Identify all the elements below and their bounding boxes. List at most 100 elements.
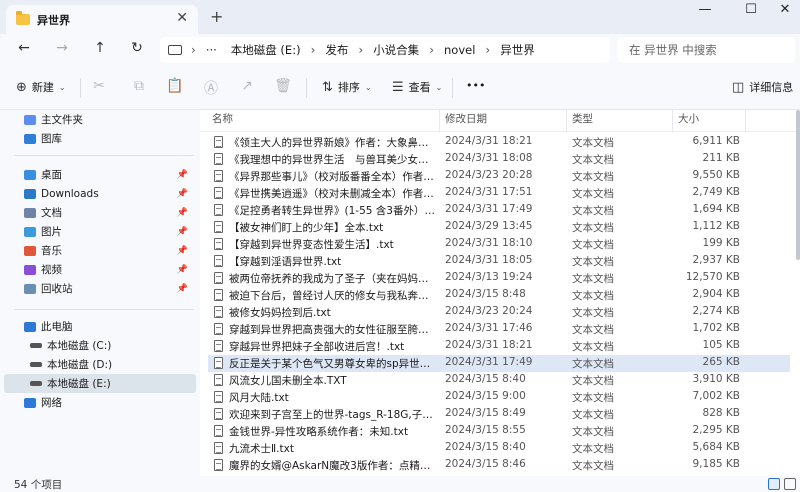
- column-divider[interactable]: [439, 110, 440, 132]
- column-header-date[interactable]: 修改日期: [445, 111, 487, 126]
- sidebar-item-drive-c[interactable]: 本地磁盘 (C:): [0, 336, 196, 355]
- file-row[interactable]: 欢迎来到子宫至上的世界-tags_R-18G,子宫脱... 2024/3/15 8…: [208, 406, 790, 423]
- breadcrumb-current[interactable]: 异世界: [500, 42, 535, 58]
- pin-icon[interactable]: 📌: [177, 227, 188, 237]
- pin-icon[interactable]: 📌: [177, 246, 188, 256]
- file-row[interactable]: 金钱世界-异性攻略系统作者：未知.txt 2024/3/15 8:55 文本文档 2,…: [208, 423, 790, 440]
- file-row[interactable]: 穿越异世界把妹子全部收进后宫！.txt 2024/3/31 18:21 文本文档 10…: [208, 338, 790, 355]
- file-row[interactable]: 被迫下台后，曾经讨人厌的修女与我私奔了by... 2024/3/15 8:48 文本…: [208, 287, 790, 304]
- file-row[interactable]: 魔界的女婿@AskarN魔改3版作者：点精灵.txt 2024/3/15 8:46…: [208, 457, 790, 474]
- breadcrumb-more[interactable]: ···: [206, 43, 217, 57]
- file-row[interactable]: 【穿越到异世界变态性爱生活】.txt 2024/3/31 18:10 文本文档 199…: [208, 236, 790, 253]
- share-icon[interactable]: ↗: [238, 78, 256, 94]
- sidebar-item-pictures[interactable]: 图片 📌: [0, 222, 196, 241]
- file-row[interactable]: 《我理想中的异世界生活 与兽耳美少女后宫的... 2024/3/31 18:08 文…: [208, 151, 790, 168]
- rename-icon[interactable]: Ⓐ: [202, 78, 220, 98]
- file-size: 2,274 KB: [692, 305, 741, 317]
- file-row[interactable]: 【被女神们盯上的少年】全本.txt 2024/3/29 13:45 文本文档 1,11…: [208, 219, 790, 236]
- new-tab-button[interactable]: +: [210, 7, 223, 26]
- file-name: 《我理想中的异世界生活 与兽耳美少女后宫的...: [229, 154, 437, 166]
- view-button[interactable]: ☰ 查看 ⌄: [392, 79, 442, 95]
- paste-icon[interactable]: 📋: [166, 78, 184, 94]
- maximize-button[interactable]: ☐: [736, 2, 766, 17]
- sidebar-item-gallery[interactable]: 图库: [0, 129, 196, 148]
- cut-icon[interactable]: ✂: [90, 78, 108, 94]
- sort-ascending-icon: ^: [320, 110, 327, 114]
- back-button[interactable]: ←: [14, 40, 34, 56]
- chevron-down-icon: ⌄: [58, 82, 66, 92]
- breadcrumb-publish[interactable]: 发布: [325, 42, 348, 58]
- column-header-name[interactable]: 名称: [212, 111, 233, 126]
- file-row[interactable]: 被修女妈妈捡到后.txt 2024/3/23 20:24 文本文档 2,274 KB: [208, 304, 790, 321]
- sidebar-item-drive-e[interactable]: 本地磁盘 (E:): [4, 374, 196, 393]
- text-file-icon: [214, 170, 223, 182]
- videos-icon: [24, 264, 36, 275]
- refresh-button[interactable]: ↻: [127, 40, 147, 56]
- file-row[interactable]: 风月大陆.txt 2024/3/15 9:00 文本文档 7,002 KB: [208, 389, 790, 406]
- more-options-button[interactable]: •••: [466, 79, 485, 92]
- close-window-button[interactable]: ✕: [770, 2, 800, 17]
- pin-icon[interactable]: 📌: [177, 170, 188, 180]
- text-file-icon: [214, 272, 223, 284]
- vertical-scrollbar[interactable]: [796, 110, 800, 260]
- file-row[interactable]: 穿越到异世界把高贵强大的女性征服至胯下.txt 2024/3/31 17:46 文本…: [208, 321, 790, 338]
- sort-button[interactable]: ⇅ 排序 ⌄: [322, 79, 372, 95]
- address-bar[interactable]: › ··· 本地磁盘 (E:) › 发布 › 小说合集 › novel › 异世…: [160, 37, 610, 63]
- tiles-view-button[interactable]: [784, 478, 796, 490]
- file-row[interactable]: 《异世携美逍遥》（校对未删减全本）作者：艾... 2024/3/31 17:51 文…: [208, 185, 790, 202]
- sidebar-item-this-pc[interactable]: 此电脑: [0, 317, 196, 336]
- breadcrumb-drive-e[interactable]: 本地磁盘 (E:): [231, 42, 301, 58]
- column-divider[interactable]: [672, 110, 673, 132]
- sidebar-item-documents[interactable]: 文档 📌: [0, 203, 196, 222]
- breadcrumb-novel[interactable]: novel: [444, 43, 475, 57]
- copy-icon[interactable]: ⧉: [130, 78, 148, 94]
- pin-icon[interactable]: 📌: [177, 189, 188, 199]
- pin-icon[interactable]: 📌: [177, 265, 188, 275]
- tab-active[interactable]: 异世界 ✕: [6, 5, 198, 34]
- sidebar-item-videos[interactable]: 视频 📌: [0, 260, 196, 279]
- file-row[interactable]: 风流女儿国未删全本.TXT 2024/3/15 8:40 文本文档 3,910 KB: [208, 372, 790, 389]
- sidebar-item-downloads[interactable]: Downloads 📌: [0, 184, 196, 203]
- column-header-size[interactable]: 大小: [678, 111, 699, 126]
- column-header-type[interactable]: 类型: [572, 111, 593, 126]
- pin-icon[interactable]: 📌: [177, 208, 188, 218]
- file-size: 7,002 KB: [692, 390, 741, 402]
- navigation-bar: ← → ↑ ↻ › ··· 本地磁盘 (E:) › 发布 › 小说合集 › no…: [0, 34, 800, 66]
- file-row[interactable]: 《足控勇者转生异世界》(1-55 含3番外）作者... 2024/3/31 17:…: [208, 202, 790, 219]
- close-tab-icon[interactable]: ✕: [176, 10, 188, 26]
- sidebar-item-drive-d[interactable]: 本地磁盘 (D:): [0, 355, 196, 374]
- file-type: 文本文档: [572, 443, 614, 455]
- column-divider[interactable]: [745, 110, 746, 132]
- file-row[interactable]: 九流术士Ⅱ.txt 2024/3/15 8:40 文本文档 5,684 KB: [208, 440, 790, 457]
- up-button[interactable]: ↑: [90, 40, 110, 56]
- sidebar-item-label: 回收站: [41, 283, 73, 295]
- file-row[interactable]: 被两位帝抚养的我成为了圣子（夹在妈妈和姐姐... 2024/3/13 19:24 文…: [208, 270, 790, 287]
- sidebar-item-network[interactable]: 网络: [0, 393, 196, 412]
- file-size: 6,911 KB: [692, 135, 741, 147]
- sidebar-item-desktop[interactable]: 桌面 📌: [0, 165, 196, 184]
- forward-button[interactable]: →: [52, 40, 72, 56]
- breadcrumb-novel-collection[interactable]: 小说合集: [373, 42, 419, 58]
- sidebar-item-label: Downloads: [41, 187, 99, 200]
- new-button[interactable]: ⊕ 新建 ⌄: [16, 79, 66, 95]
- sidebar-item-music[interactable]: 音乐 📌: [0, 241, 196, 260]
- text-file-icon: [214, 204, 223, 216]
- file-row[interactable]: 反正是关于某个色气又男尊女卑的sp异世界.txt 2024/3/31 17:49 文…: [208, 355, 790, 372]
- file-row[interactable]: 《异界那些事儿》（校对版番番全本）作者：寂... 2024/3/23 20:28 文…: [208, 168, 790, 185]
- file-row[interactable]: 《领主大人的异世界新娘》作者：大象鼻子长... 2024/3/31 18:21 文本…: [208, 134, 790, 151]
- sidebar-item-recycle-bin[interactable]: 回收站 📌: [0, 279, 196, 298]
- sidebar-item-home[interactable]: 主文件夹: [0, 110, 196, 129]
- text-file-icon: [214, 459, 223, 471]
- minimize-button[interactable]: —: [690, 2, 720, 17]
- search-input[interactable]: 在 异世界 中搜索: [617, 37, 795, 63]
- file-row[interactable]: 【穿越到淫语异世界.txt 2024/3/31 18:05 文本文档 2,937 KB: [208, 253, 790, 270]
- file-type: 文本文档: [572, 290, 614, 302]
- text-file-icon: [214, 136, 223, 148]
- pin-icon[interactable]: 📌: [177, 284, 188, 294]
- text-file-icon: [214, 374, 223, 386]
- details-pane-button[interactable]: ◫ 详细信息: [732, 79, 793, 95]
- text-file-icon: [214, 442, 223, 454]
- delete-icon[interactable]: 🗑: [274, 78, 292, 94]
- column-divider[interactable]: [566, 110, 567, 132]
- details-view-button[interactable]: [768, 478, 780, 490]
